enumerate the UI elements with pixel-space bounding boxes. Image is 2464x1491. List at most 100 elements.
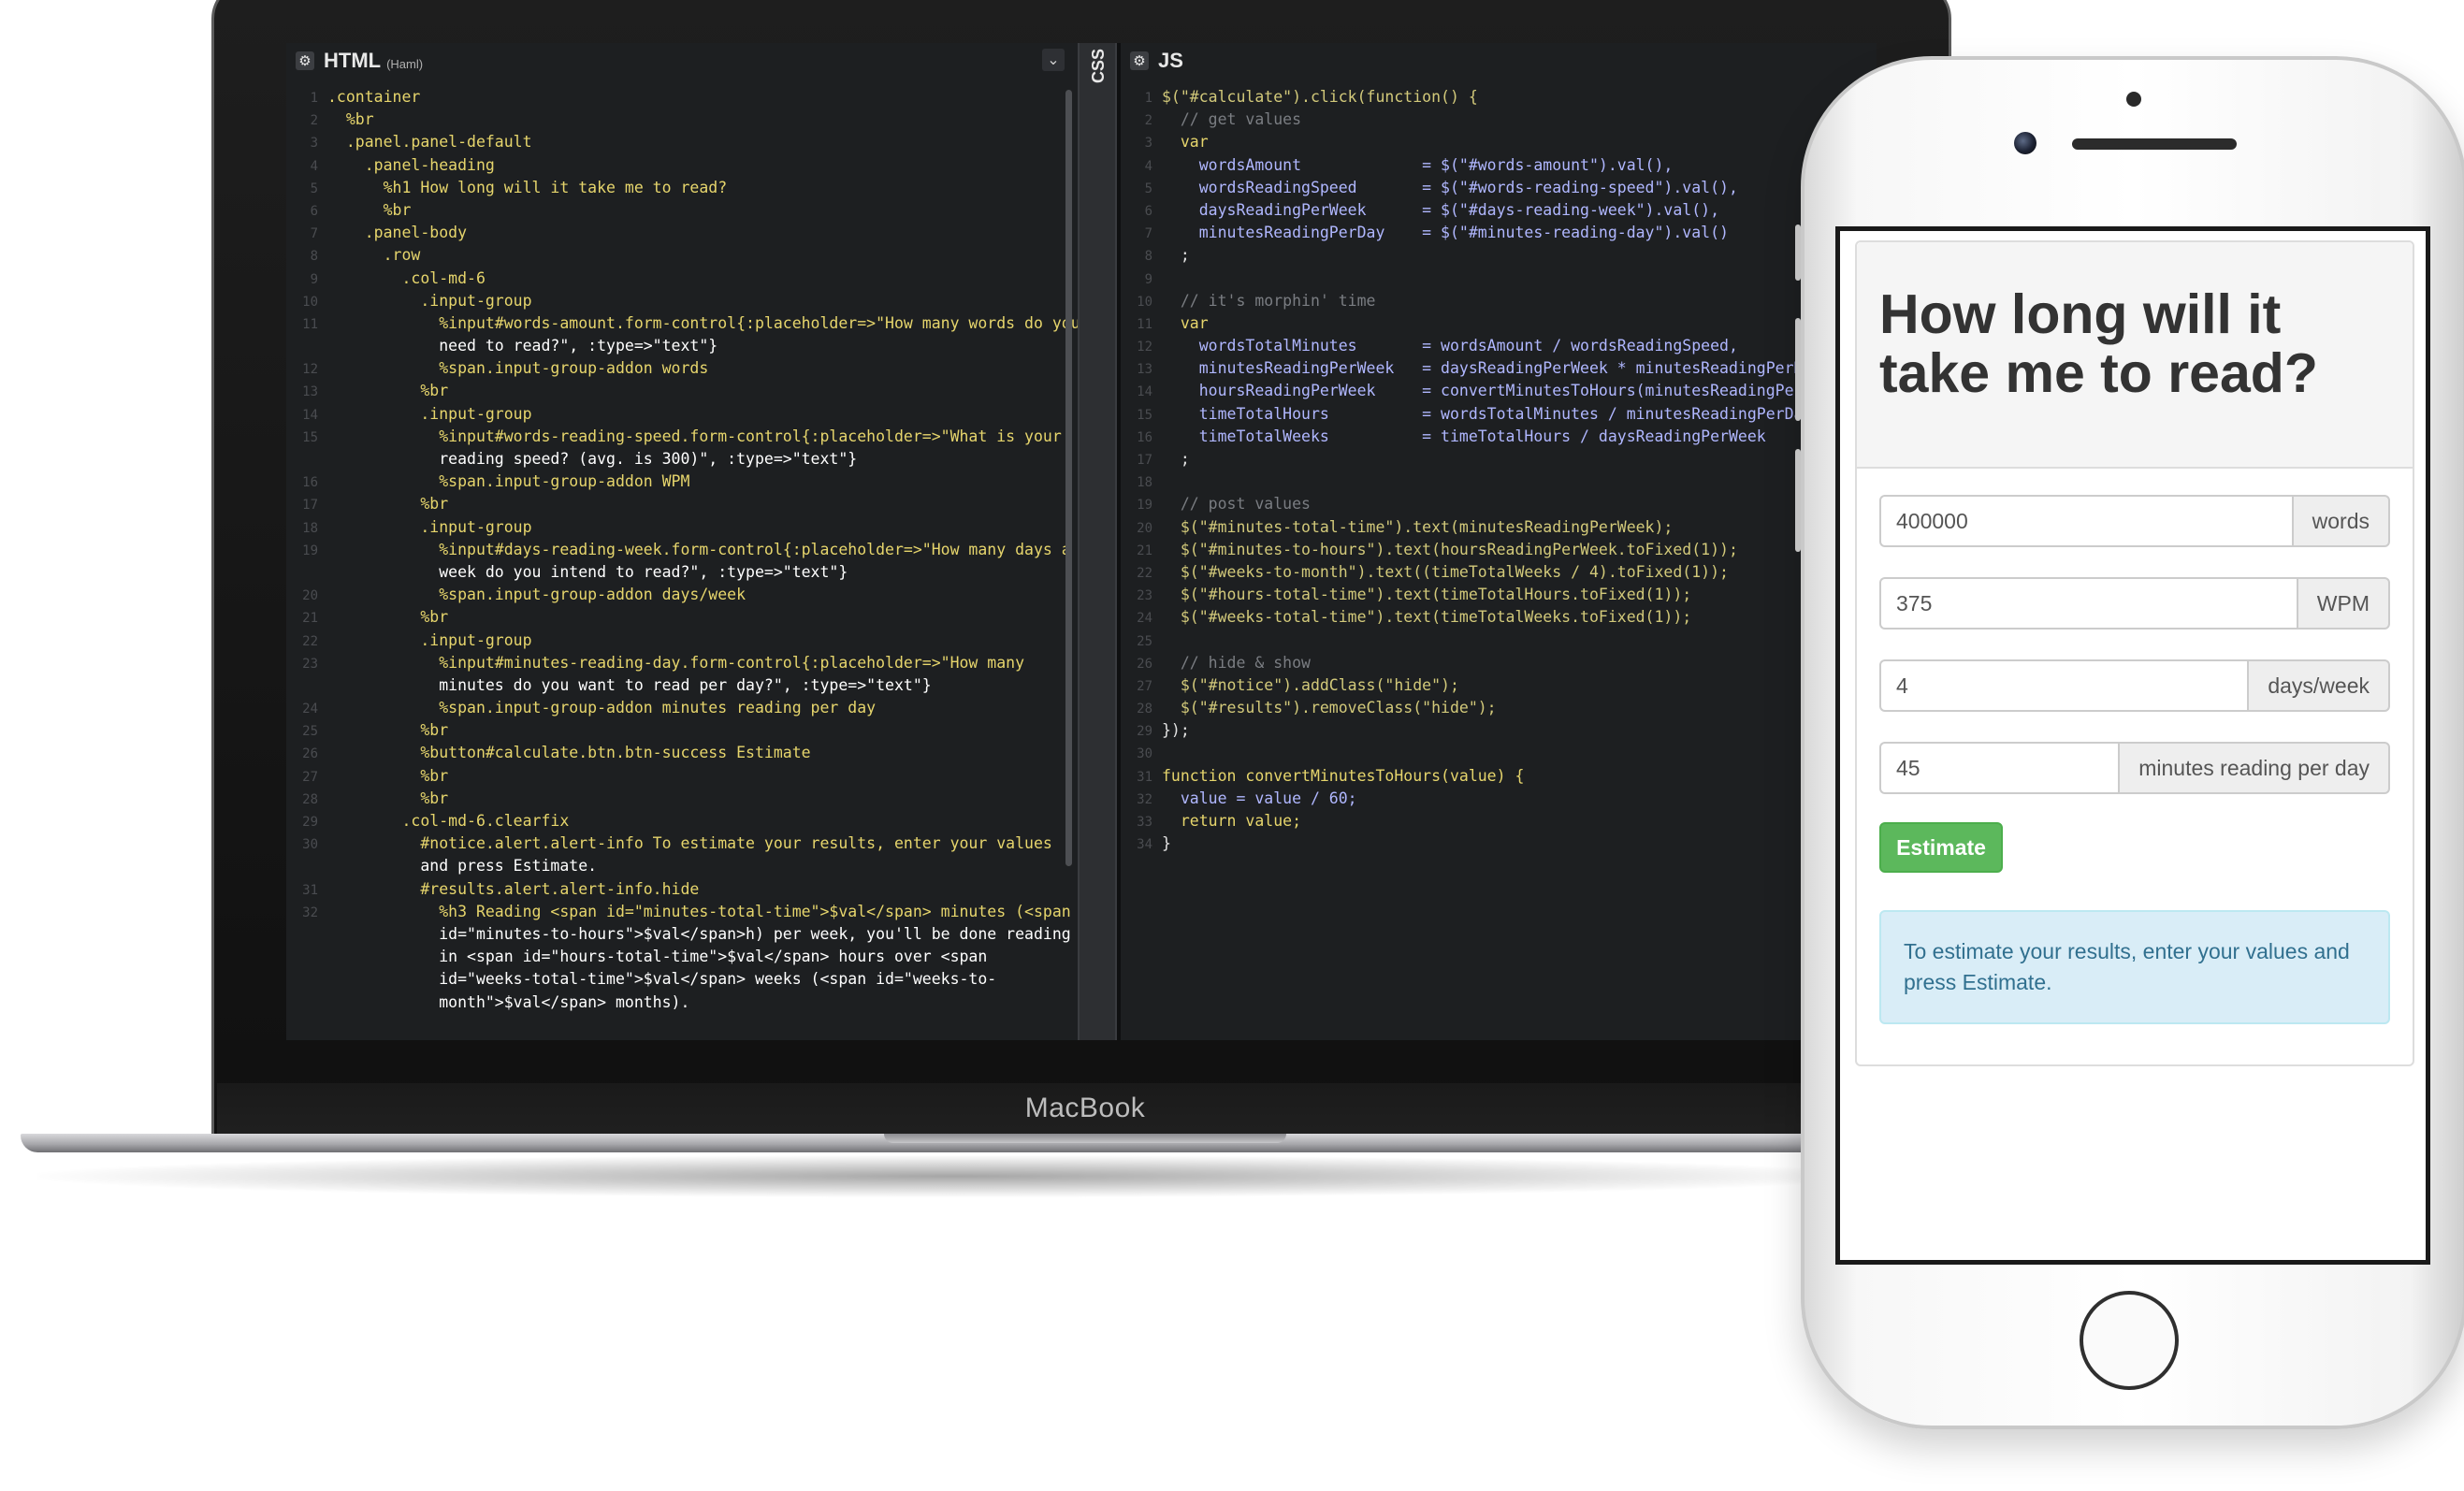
code-line[interactable]: 25 (1121, 630, 1877, 652)
code-line[interactable]: 31 #results.alert.alert-info.hide (286, 878, 1078, 901)
code-line[interactable]: 16 %span.input-group-addon WPM (286, 470, 1078, 493)
page-title: How long will it take me to read? (1879, 283, 2318, 404)
code-line[interactable]: 16 timeTotalWeeks = timeTotalHours / day… (1121, 426, 1877, 448)
laptop-shadow (37, 1155, 1871, 1197)
code-line[interactable]: 23 %input#minutes-reading-day.form-contr… (286, 652, 1078, 674)
line-number: 1 (1144, 91, 1152, 106)
code-line[interactable]: 30 #notice.alert.alert-info To estimate … (286, 832, 1078, 855)
code-line[interactable]: 18 .input-group (286, 516, 1078, 539)
code-line[interactable]: 12 %span.input-group-addon words (286, 357, 1078, 380)
line-number: 25 (1137, 633, 1152, 649)
code-line[interactable]: 4 .panel-heading (286, 154, 1078, 177)
code-line[interactable]: 3 var (1121, 131, 1877, 153)
code-line[interactable]: 2 // get values (1121, 109, 1877, 131)
line-number: 14 (1137, 384, 1152, 400)
code-line[interactable]: in <span id="hours-total-time">$val</spa… (286, 946, 1078, 968)
minutes-reading-day-input[interactable]: 45 (1879, 742, 2119, 794)
code-line[interactable]: 11 var (1121, 312, 1877, 335)
html-code-editor[interactable]: 1 .container 2 %br 3 .panel.panel-default 4 … (286, 86, 1078, 1040)
code-line[interactable]: 32 %h3 Reading <span id="minutes-total-t… (286, 901, 1078, 923)
code-text: $("#hours-total-time").text(timeTotalHou… (1162, 586, 1692, 604)
code-line[interactable]: 30 (1121, 742, 1877, 764)
days-reading-week-input[interactable]: 4 (1879, 659, 2248, 712)
code-line[interactable]: 32 value = value / 60; (1121, 788, 1877, 810)
code-line[interactable]: 10 // it's morphin' time (1121, 290, 1877, 312)
words-reading-speed-input[interactable]: 375 (1879, 577, 2297, 630)
code-line[interactable]: 5 wordsReadingSpeed = $("#words-reading-… (1121, 177, 1877, 199)
code-line[interactable]: 9 .col-md-6 (286, 268, 1078, 290)
code-line[interactable]: 8 ; (1121, 244, 1877, 267)
code-line[interactable]: 27 %br (286, 765, 1078, 788)
code-line[interactable]: 28 $("#results").removeClass("hide"); (1121, 697, 1877, 719)
code-line[interactable]: 1 .container (286, 86, 1078, 109)
gear-icon[interactable]: ⚙ (1130, 51, 1149, 70)
code-line[interactable]: 25 %br (286, 719, 1078, 742)
code-line[interactable]: 18 (1121, 470, 1877, 493)
code-line[interactable]: 31 function convertMinutesToHours(value) … (1121, 765, 1877, 788)
code-line[interactable]: 19 %input#days-reading-week.form-control… (286, 539, 1078, 561)
code-line[interactable]: 17 %br (286, 493, 1078, 515)
code-line[interactable]: 7 minutesReadingPerDay = $("#minutes-rea… (1121, 222, 1877, 244)
code-line[interactable]: 7 .panel-body (286, 222, 1078, 244)
html-scrollbar[interactable] (1065, 90, 1072, 866)
code-line[interactable]: month">$val</span> months). (286, 992, 1078, 1014)
code-text: and press Estimate. (327, 857, 598, 876)
code-line[interactable]: 15 timeTotalHours = wordsTotalMinutes / … (1121, 403, 1877, 426)
code-line[interactable]: 4 wordsAmount = $("#words-amount").val()… (1121, 154, 1877, 177)
code-line[interactable]: 17 ; (1121, 448, 1877, 470)
code-line[interactable]: 21 $("#minutes-to-hours").text(hoursRead… (1121, 539, 1877, 561)
code-line[interactable]: 10 .input-group (286, 290, 1078, 312)
line-number: 30 (302, 837, 318, 853)
code-line[interactable]: 27 $("#notice").addClass("hide"); (1121, 674, 1877, 697)
code-line[interactable]: 19 // post values (1121, 493, 1877, 515)
code-line[interactable]: 21 %br (286, 606, 1078, 629)
code-line[interactable]: 22 $("#weeks-to-month").text((timeTotalW… (1121, 561, 1877, 584)
code-line[interactable]: 8 .row (286, 244, 1078, 267)
code-line[interactable]: 12 wordsTotalMinutes = wordsAmount / wor… (1121, 335, 1877, 357)
code-line[interactable]: 6 %br (286, 199, 1078, 222)
css-editor-panel-collapsed[interactable]: CSS (1078, 43, 1117, 1040)
code-line[interactable]: 3 .panel.panel-default (286, 131, 1078, 153)
days-input-group: 4 days/week (1879, 659, 2390, 712)
code-line[interactable]: 24 $("#weeks-total-time").text(timeTotal… (1121, 606, 1877, 629)
code-line[interactable]: need to read?", :type=>"text"} (286, 335, 1078, 357)
code-line[interactable]: 26 %button#calculate.btn.btn-success Est… (286, 742, 1078, 764)
words-amount-input[interactable]: 400000 (1879, 495, 2292, 547)
estimate-button[interactable]: Estimate (1879, 822, 2003, 873)
code-line[interactable]: 6 daysReadingPerWeek = $("#days-reading-… (1121, 199, 1877, 222)
code-line[interactable]: 34} (1121, 832, 1877, 855)
code-line[interactable]: 29}); (1121, 719, 1877, 742)
code-line[interactable]: 29 .col-md-6.clearfix (286, 810, 1078, 832)
code-line[interactable]: week do you intend to read?", :type=>"te… (286, 561, 1078, 584)
code-line[interactable]: 14 .input-group (286, 403, 1078, 426)
code-line[interactable]: 13 %br (286, 380, 1078, 402)
home-button[interactable] (2080, 1291, 2179, 1390)
code-line[interactable]: id="weeks-total-time">$val</span> weeks … (286, 968, 1078, 991)
code-line[interactable]: reading speed? (avg. is 300)", :type=>"t… (286, 448, 1078, 470)
code-text: minutesReadingPerWeek = daysReadingPerWe… (1162, 359, 1813, 378)
code-line[interactable]: 1 $("#calculate").click(function() { (1121, 86, 1877, 109)
code-line[interactable]: 23 $("#hours-total-time").text(timeTotal… (1121, 584, 1877, 606)
code-line[interactable]: and press Estimate. (286, 855, 1078, 877)
code-line[interactable]: 20 %span.input-group-addon days/week (286, 584, 1078, 606)
code-line[interactable]: id="minutes-to-hours">$val</span>h) per … (286, 923, 1078, 946)
code-line[interactable]: 26 // hide & show (1121, 652, 1877, 674)
code-text: $("#minutes-total-time").text(minutesRea… (1162, 517, 1674, 536)
js-code-editor[interactable]: 1 $("#calculate").click(function() {2 // … (1121, 86, 1877, 1040)
code-line[interactable]: 14 hoursReadingPerWeek = convertMinutesT… (1121, 380, 1877, 402)
code-line[interactable]: 11 %input#words-amount.form-control{:pla… (286, 312, 1078, 335)
code-line[interactable]: 22 .input-group (286, 630, 1078, 652)
code-line[interactable]: minutes do you want to read per day?", :… (286, 674, 1078, 697)
code-line[interactable]: 5 %h1 How long will it take me to read? (286, 177, 1078, 199)
line-number: 2 (1144, 113, 1152, 129)
chevron-down-icon[interactable]: ⌄ (1042, 49, 1065, 71)
code-line[interactable]: 33 return value; (1121, 810, 1877, 832)
code-line[interactable]: 20 $("#minutes-total-time").text(minutes… (1121, 516, 1877, 539)
code-line[interactable]: 15 %input#words-reading-speed.form-contr… (286, 426, 1078, 448)
gear-icon[interactable]: ⚙ (296, 51, 314, 70)
code-line[interactable]: 28 %br (286, 788, 1078, 810)
code-line[interactable]: 9 (1121, 268, 1877, 290)
code-line[interactable]: 2 %br (286, 109, 1078, 131)
code-line[interactable]: 13 minutesReadingPerWeek = daysReadingPe… (1121, 357, 1877, 380)
code-line[interactable]: 24 %span.input-group-addon minutes readi… (286, 697, 1078, 719)
